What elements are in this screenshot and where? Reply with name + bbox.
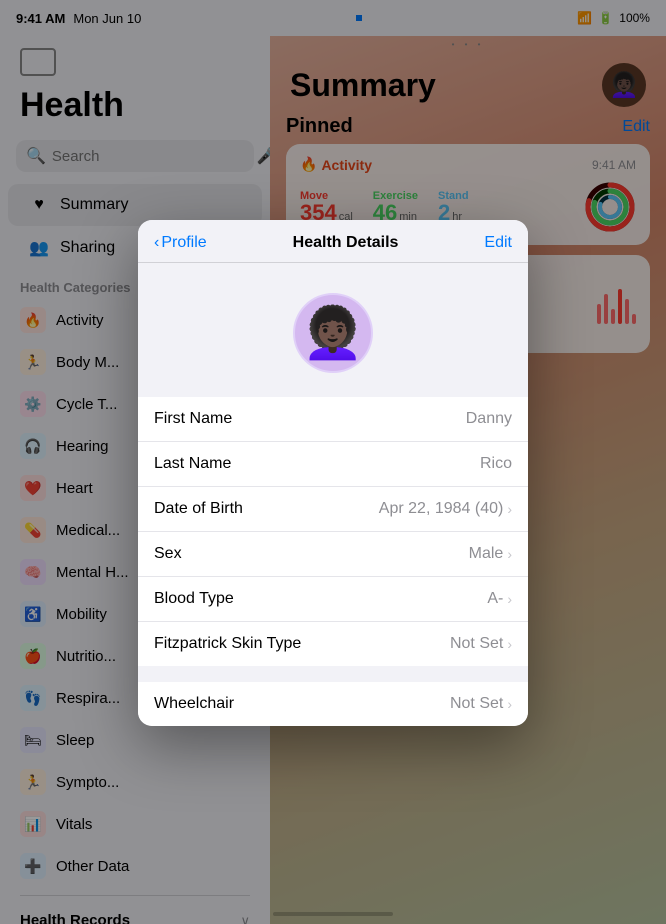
bloodtype-label: Blood Type xyxy=(154,590,234,608)
wheelchair-label: Wheelchair xyxy=(154,695,234,713)
modal-overlay: ‹ Profile Health Details Edit 👩🏿‍🦱 First… xyxy=(0,0,666,924)
modal-avatar-section: 👩🏿‍🦱 xyxy=(138,263,528,397)
chevron-right-icon-2: › xyxy=(507,546,512,562)
form-row-lastname: Last Name Rico xyxy=(138,442,528,487)
firstname-value: Danny xyxy=(466,410,512,428)
chevron-left-icon: ‹ xyxy=(154,234,159,252)
form-row-sex[interactable]: Sex Male › xyxy=(138,532,528,577)
chevron-right-icon: › xyxy=(507,501,512,517)
modal-back-label: Profile xyxy=(161,234,206,252)
form-row-wheelchair[interactable]: Wheelchair Not Set › xyxy=(138,682,528,726)
health-details-form: First Name Danny Last Name Rico Date of … xyxy=(138,397,528,666)
modal-title: Health Details xyxy=(293,234,399,252)
modal-spacer xyxy=(138,666,528,682)
health-details-modal: ‹ Profile Health Details Edit 👩🏿‍🦱 First… xyxy=(138,220,528,726)
bloodtype-value: A- › xyxy=(487,590,512,608)
form-row-bloodtype[interactable]: Blood Type A- › xyxy=(138,577,528,622)
chevron-right-icon-4: › xyxy=(507,636,512,652)
wheelchair-value: Not Set › xyxy=(450,695,512,713)
skin-value: Not Set › xyxy=(450,635,512,653)
lastname-value: Rico xyxy=(480,455,512,473)
dob-label: Date of Birth xyxy=(154,500,243,518)
firstname-label: First Name xyxy=(154,410,232,428)
skin-label: Fitzpatrick Skin Type xyxy=(154,635,301,653)
modal-edit-button[interactable]: Edit xyxy=(484,234,512,252)
form-row-dob[interactable]: Date of Birth Apr 22, 1984 (40) › xyxy=(138,487,528,532)
modal-avatar[interactable]: 👩🏿‍🦱 xyxy=(293,293,373,373)
modal-back-button[interactable]: ‹ Profile xyxy=(154,234,207,252)
sex-label: Sex xyxy=(154,545,182,563)
form-row-firstname: First Name Danny xyxy=(138,397,528,442)
chevron-right-icon-5: › xyxy=(507,696,512,712)
form-row-skin[interactable]: Fitzpatrick Skin Type Not Set › xyxy=(138,622,528,666)
avatar-memoji: 👩🏿‍🦱 xyxy=(302,304,364,363)
wheelchair-form: Wheelchair Not Set › xyxy=(138,682,528,726)
lastname-label: Last Name xyxy=(154,455,231,473)
sex-value: Male › xyxy=(469,545,512,563)
chevron-right-icon-3: › xyxy=(507,591,512,607)
dob-value: Apr 22, 1984 (40) › xyxy=(379,500,512,518)
modal-nav: ‹ Profile Health Details Edit xyxy=(138,220,528,263)
